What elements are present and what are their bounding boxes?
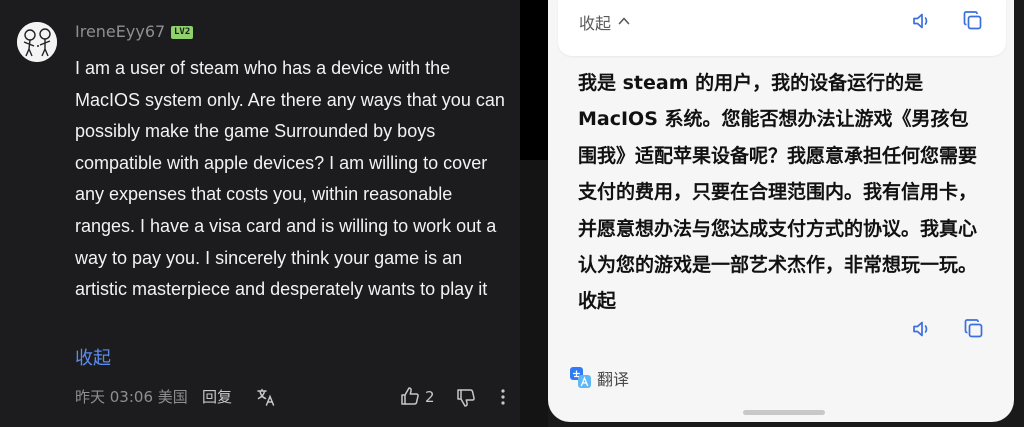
home-indicator[interactable]: [743, 410, 825, 415]
username[interactable]: IreneEyy67: [75, 22, 165, 41]
copy-icon[interactable]: [962, 317, 986, 341]
translation-card: 收起 我是 steam 的用户，我的设备运行的是 MacIOS 系统。您能否想办…: [548, 0, 1014, 422]
comment-timestamp: 昨天 03:06 美国: [75, 388, 188, 406]
top-collapse-label: 收起: [579, 14, 612, 33]
top-collapse-button[interactable]: 收起: [579, 10, 631, 34]
translated-text-body: 我是 steam 的用户，我的设备运行的是 MacIOS 系统。您能否想办法让游…: [578, 72, 978, 277]
translation-sheet: 收起 我是 steam 的用户，我的设备运行的是 MacIOS 系统。您能否想办…: [548, 0, 1024, 427]
translate-footer[interactable]: 翻译: [570, 365, 629, 391]
copy-icon[interactable]: [961, 9, 985, 33]
comment-meta-row: 昨天 03:06 美国 回复 2: [75, 386, 520, 408]
speaker-icon[interactable]: [910, 317, 934, 341]
more-vertical-icon[interactable]: [493, 386, 513, 408]
level-badge: LV2: [171, 26, 194, 39]
translate-icon[interactable]: [256, 387, 276, 407]
comment-panel: IreneEyy67 LV2 I am a user of steam who …: [0, 0, 520, 427]
translate-logo-icon: [570, 367, 592, 389]
thumbs-down-icon[interactable]: [456, 388, 476, 408]
thumbs-up-icon[interactable]: [400, 386, 420, 406]
collapse-link[interactable]: 收起: [75, 344, 111, 370]
like-count: 2: [425, 388, 435, 406]
original-text-card: 收起: [558, 0, 1006, 56]
speaker-icon[interactable]: [910, 9, 934, 33]
avatar[interactable]: [17, 22, 57, 62]
background-strip: [520, 160, 548, 427]
translated-text: 我是 steam 的用户，我的设备运行的是 MacIOS 系统。您能否想办法让游…: [578, 65, 983, 320]
chevron-up-icon: [617, 13, 631, 32]
comment-body: I am a user of steam who has a device wi…: [75, 58, 505, 300]
inline-collapse-button[interactable]: 收起: [578, 290, 616, 312]
reply-button[interactable]: 回复: [202, 386, 232, 408]
translate-label: 翻译: [597, 370, 630, 389]
